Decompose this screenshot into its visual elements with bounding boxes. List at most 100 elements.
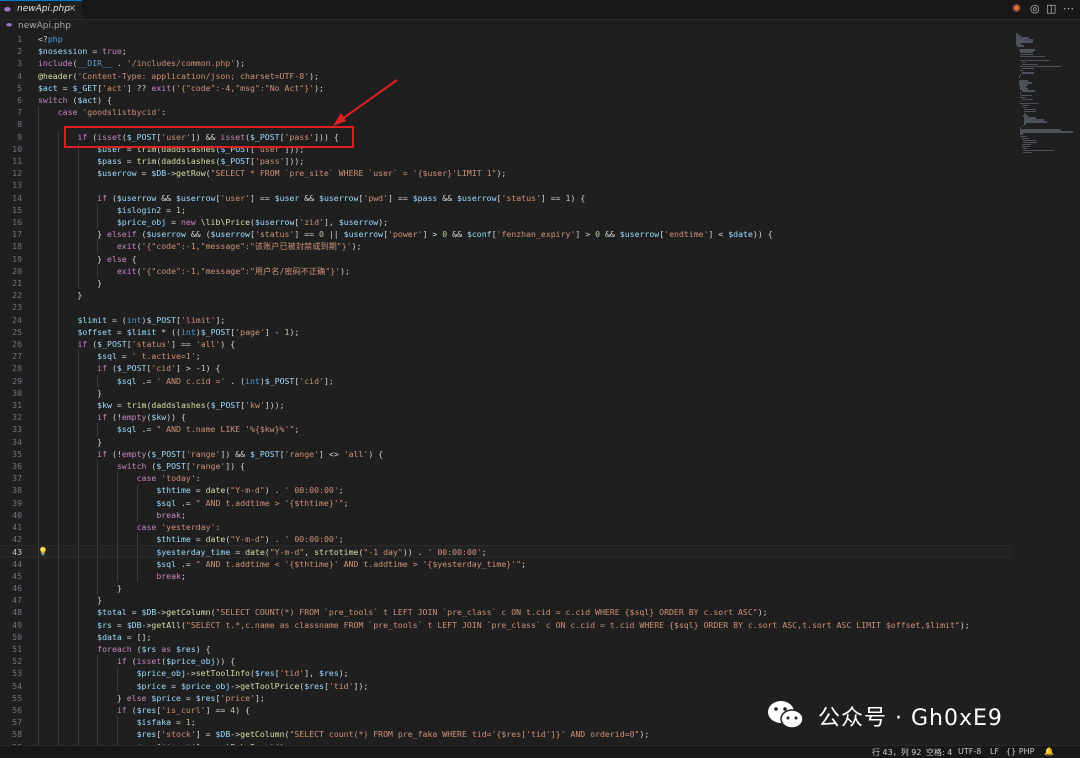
language-mode[interactable]: {} PHP (1006, 747, 1034, 756)
code-line[interactable]: 2$nosession = true; (0, 45, 1012, 57)
code-line[interactable]: 36 switch ($_POST['range']) { (0, 460, 1012, 472)
code-line[interactable]: 5$act = $_GET['act'] ?? exit('{"code":-4… (0, 82, 1012, 94)
minimap[interactable] (1012, 33, 1080, 745)
line-number[interactable]: 48 (0, 606, 22, 618)
line-number[interactable]: 22 (0, 289, 22, 301)
line-number[interactable]: 20 (0, 265, 22, 277)
code-line[interactable]: 7 case 'goodslistbycid': (0, 106, 1012, 118)
cursor-position[interactable]: 行 43，列 92 (872, 747, 921, 758)
code-line[interactable]: 48 $total = $DB->getColumn("SELECT COUNT… (0, 606, 1012, 618)
code-line[interactable]: 1<?php (0, 33, 1012, 45)
line-number[interactable]: 27 (0, 350, 22, 362)
code-line[interactable]: 34 } (0, 436, 1012, 448)
line-number[interactable]: 35 (0, 448, 22, 460)
line-number[interactable]: 52 (0, 655, 22, 667)
line-number[interactable]: 7 (0, 106, 22, 118)
indentation[interactable]: 空格: 4 (926, 747, 952, 758)
code-line[interactable]: 30 } (0, 387, 1012, 399)
line-number[interactable]: 46 (0, 582, 22, 594)
line-number[interactable]: 34 (0, 436, 22, 448)
line-number[interactable]: 29 (0, 375, 22, 387)
code-line[interactable]: 13 (0, 179, 1012, 191)
code-line[interactable]: 42 $thtime = date("Y-m-d") . ' 00:00:00'… (0, 533, 1012, 545)
code-line[interactable]: 43 $yesterday_time = date("Y-m-d", strto… (0, 545, 1012, 557)
line-number[interactable]: 51 (0, 643, 22, 655)
code-line[interactable]: 14 if ($userrow && $userrow['user'] == $… (0, 192, 1012, 204)
code-line[interactable]: 3include(__DIR__ . '/includes/common.php… (0, 57, 1012, 69)
code-line[interactable]: 15 $islogin2 = 1; (0, 204, 1012, 216)
line-number[interactable]: 31 (0, 399, 22, 411)
line-number[interactable]: 13 (0, 179, 22, 191)
code-line[interactable]: 29 $sql .= ' AND c.cid =' . (int)$_POST[… (0, 375, 1012, 387)
code-line[interactable]: 50 $data = []; (0, 631, 1012, 643)
tab-newapi-php[interactable]: ⬬ newApi.php × (0, 0, 82, 19)
line-number[interactable]: 57 (0, 716, 22, 728)
code-line[interactable]: 18 exit('{"code":-1,"message":"该账户已被封禁或到… (0, 240, 1012, 252)
line-number[interactable]: 39 (0, 497, 22, 509)
line-number[interactable]: 12 (0, 167, 22, 179)
code-line[interactable]: 38 $thtime = date("Y-m-d") . ' 00:00:00'… (0, 484, 1012, 496)
close-tab-icon[interactable]: × (68, 3, 76, 14)
code-line[interactable]: 46 } (0, 582, 1012, 594)
code-line[interactable]: 6switch ($act) { (0, 94, 1012, 106)
line-number[interactable]: 9 (0, 131, 22, 143)
line-number[interactable]: 50 (0, 631, 22, 643)
code-line[interactable]: 11 $pass = trim(daddslashes($_POST['pass… (0, 155, 1012, 167)
line-number[interactable]: 6 (0, 94, 22, 106)
line-number[interactable]: 21 (0, 277, 22, 289)
line-number[interactable]: 17 (0, 228, 22, 240)
line-number[interactable]: 36 (0, 460, 22, 472)
code-line[interactable]: 4@header('Content-Type: application/json… (0, 70, 1012, 82)
line-number[interactable]: 4 (0, 70, 22, 82)
code-line[interactable]: 28 if ($_POST['cid'] > -1) { (0, 362, 1012, 374)
code-line[interactable]: 45 break; (0, 570, 1012, 582)
code-line[interactable]: 49 $rs = $DB->getAll("SELECT t.*,c.name … (0, 619, 1012, 631)
code-line[interactable]: 23 (0, 301, 1012, 313)
code-line[interactable]: 25 $offset = $limit * ((int)$_POST['page… (0, 326, 1012, 338)
code-line[interactable]: 33 $sql .= " AND t.name LIKE '%{$kw}%'"; (0, 423, 1012, 435)
more-icon[interactable]: ⋯ (1063, 2, 1074, 15)
line-number[interactable]: 28 (0, 362, 22, 374)
line-number[interactable]: 41 (0, 521, 22, 533)
line-number[interactable]: 5 (0, 82, 22, 94)
line-number[interactable]: 58 (0, 728, 22, 740)
code-line[interactable]: 19 } else { (0, 253, 1012, 265)
line-number[interactable]: 47 (0, 594, 22, 606)
line-number[interactable]: 1 (0, 33, 22, 45)
line-number[interactable]: 30 (0, 387, 22, 399)
code-line[interactable]: 41 case 'yesterday': (0, 521, 1012, 533)
code-line[interactable]: 40 break; (0, 509, 1012, 521)
code-line[interactable]: 17 } elseif ($userrow && ($userrow['stat… (0, 228, 1012, 240)
line-number[interactable]: 15 (0, 204, 22, 216)
line-number[interactable]: 55 (0, 692, 22, 704)
line-number[interactable]: 23 (0, 301, 22, 313)
encoding[interactable]: UTF-8 (958, 747, 981, 756)
line-number[interactable]: 38 (0, 484, 22, 496)
line-number[interactable]: 32 (0, 411, 22, 423)
line-number[interactable]: 25 (0, 326, 22, 338)
code-line[interactable]: 21 } (0, 277, 1012, 289)
line-number[interactable]: 10 (0, 143, 22, 155)
line-number[interactable]: 24 (0, 314, 22, 326)
code-line[interactable]: 24 $limit = (int)$_POST['limit']; (0, 314, 1012, 326)
line-number[interactable]: 49 (0, 619, 22, 631)
lightbulb-icon[interactable]: 💡 (38, 546, 48, 558)
code-line[interactable]: 54 $price = $price_obj->getToolPrice($re… (0, 680, 1012, 692)
code-line[interactable]: 37 case 'today': (0, 472, 1012, 484)
line-number[interactable]: 42 (0, 533, 22, 545)
line-number[interactable]: 53 (0, 667, 22, 679)
line-number[interactable]: 19 (0, 253, 22, 265)
line-number[interactable]: 11 (0, 155, 22, 167)
code-line[interactable]: 47 } (0, 594, 1012, 606)
code-line[interactable]: 35 if (!empty($_POST['range']) && $_POST… (0, 448, 1012, 460)
line-number[interactable]: 3 (0, 57, 22, 69)
code-line[interactable]: 44 $sql .= " AND t.addtime < '{$thtime}'… (0, 558, 1012, 570)
line-number[interactable]: 2 (0, 45, 22, 57)
code-line[interactable]: 32 if (!empty($kw)) { (0, 411, 1012, 423)
code-line[interactable]: 22 } (0, 289, 1012, 301)
line-number[interactable]: 26 (0, 338, 22, 350)
line-number[interactable]: 18 (0, 240, 22, 252)
breadcrumb-filename[interactable]: newApi.php (18, 21, 71, 31)
line-number[interactable]: 16 (0, 216, 22, 228)
line-number[interactable]: 37 (0, 472, 22, 484)
